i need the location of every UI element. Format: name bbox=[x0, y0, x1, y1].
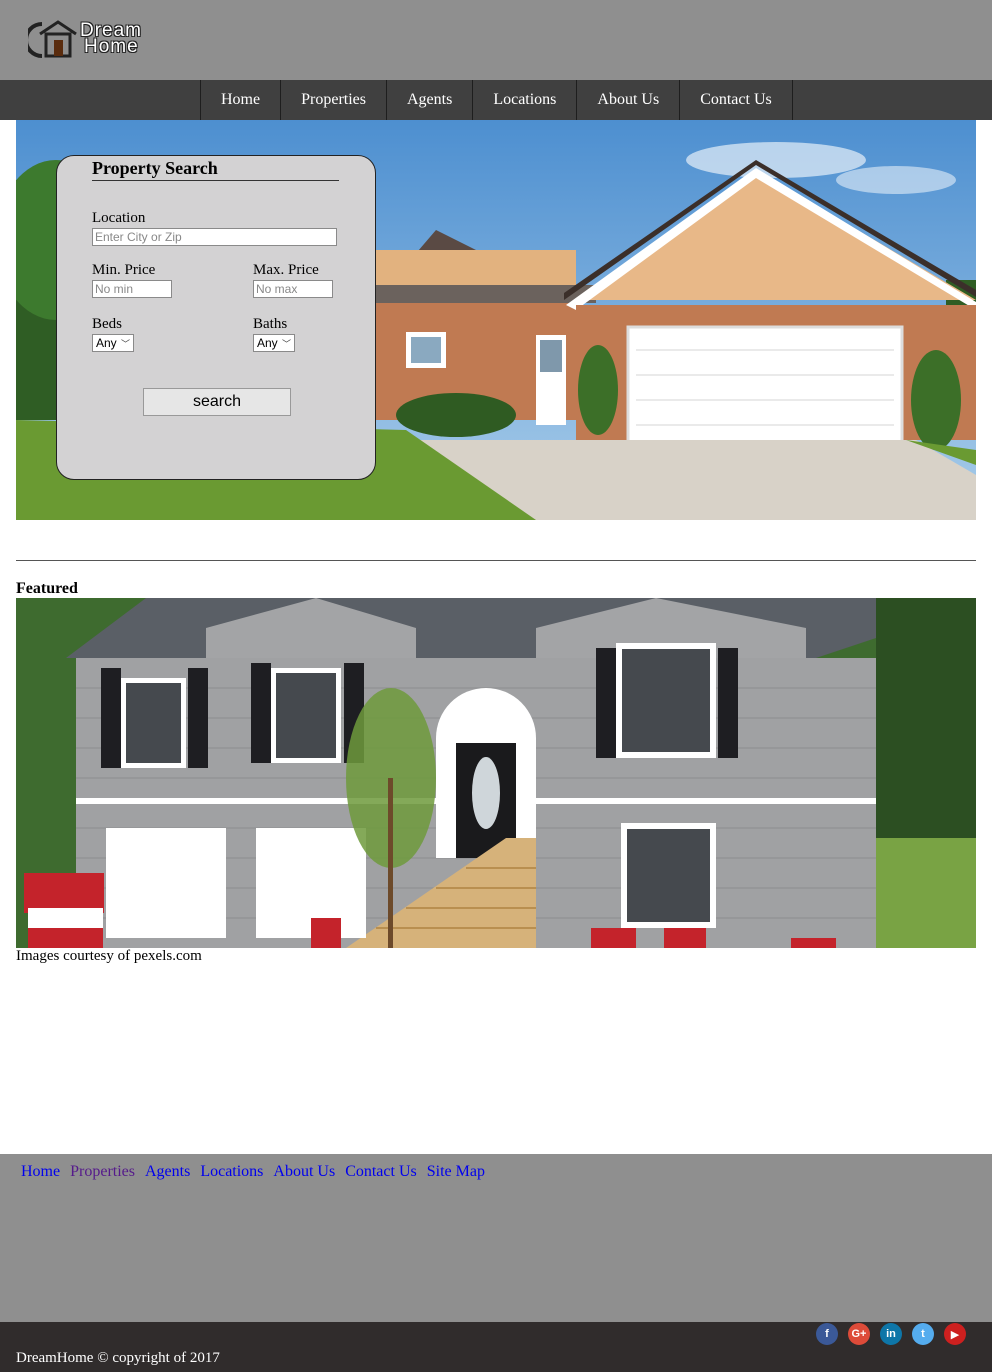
beds-label: Beds bbox=[92, 316, 122, 332]
main-nav: Home Properties Agents Locations About U… bbox=[0, 80, 992, 120]
footer-links-bar: Home Properties Agents Locations About U… bbox=[0, 1154, 992, 1322]
dreamhome-logo[interactable]: Dream Home bbox=[24, 20, 168, 60]
site-header: Dream Home bbox=[0, 0, 992, 80]
beds-select[interactable]: Any ﹀ bbox=[92, 334, 134, 352]
max-price-label: Max. Price bbox=[253, 262, 319, 278]
featured-heading: Featured bbox=[16, 580, 78, 597]
property-search-panel: Property Search Location Min. Price Max.… bbox=[56, 155, 376, 480]
nav-agents[interactable]: Agents bbox=[387, 80, 474, 120]
copyright-text: DreamHome © copyright of 2017 bbox=[16, 1350, 220, 1366]
baths-label: Baths bbox=[253, 316, 288, 332]
search-button[interactable]: search bbox=[143, 388, 291, 416]
footer-link-properties[interactable]: Properties bbox=[70, 1163, 135, 1181]
location-input[interactable] bbox=[92, 228, 337, 246]
nav-about-us[interactable]: About Us bbox=[577, 80, 681, 120]
footer-link-agents[interactable]: Agents bbox=[145, 1163, 190, 1181]
nav-home[interactable]: Home bbox=[201, 80, 282, 120]
nav-properties[interactable]: Properties bbox=[281, 80, 387, 120]
chevron-down-icon: ﹀ bbox=[281, 338, 291, 349]
social-links: f G+ in t ▶ bbox=[816, 1323, 976, 1345]
nav-contact-us[interactable]: Contact Us bbox=[680, 80, 793, 120]
min-price-label: Min. Price bbox=[92, 262, 156, 278]
property-search-title: Property Search bbox=[92, 158, 339, 181]
footer-link-home[interactable]: Home bbox=[21, 1163, 60, 1181]
google-plus-icon[interactable]: G+ bbox=[848, 1323, 870, 1345]
max-price-input[interactable] bbox=[253, 280, 333, 298]
image-credit: Images courtesy of pexels.com bbox=[16, 948, 202, 964]
nav-locations[interactable]: Locations bbox=[473, 80, 578, 120]
footer-link-site-map[interactable]: Site Map bbox=[427, 1163, 485, 1181]
min-price-input[interactable] bbox=[92, 280, 172, 298]
footer-link-contact-us[interactable]: Contact Us bbox=[345, 1163, 417, 1181]
featured-house-image[interactable] bbox=[16, 598, 976, 948]
logo-line-2: Home bbox=[84, 36, 139, 57]
house-logo-icon bbox=[24, 20, 77, 58]
footer-bottom: f G+ in t ▶ DreamHome © copyright of 2017 bbox=[0, 1322, 992, 1372]
location-label: Location bbox=[92, 210, 146, 226]
logo-text: Dream Home bbox=[80, 21, 142, 57]
section-divider bbox=[16, 560, 976, 561]
footer-link-locations[interactable]: Locations bbox=[200, 1163, 263, 1181]
twitter-icon[interactable]: t bbox=[912, 1323, 934, 1345]
youtube-icon[interactable]: ▶ bbox=[944, 1323, 966, 1345]
chevron-down-icon: ﹀ bbox=[120, 338, 130, 349]
beds-select-value: Any bbox=[96, 336, 117, 350]
facebook-icon[interactable]: f bbox=[816, 1323, 838, 1345]
baths-select[interactable]: Any ﹀ bbox=[253, 334, 295, 352]
footer-link-about-us[interactable]: About Us bbox=[273, 1163, 335, 1181]
linkedin-icon[interactable]: in bbox=[880, 1323, 902, 1345]
baths-select-value: Any bbox=[257, 336, 278, 350]
